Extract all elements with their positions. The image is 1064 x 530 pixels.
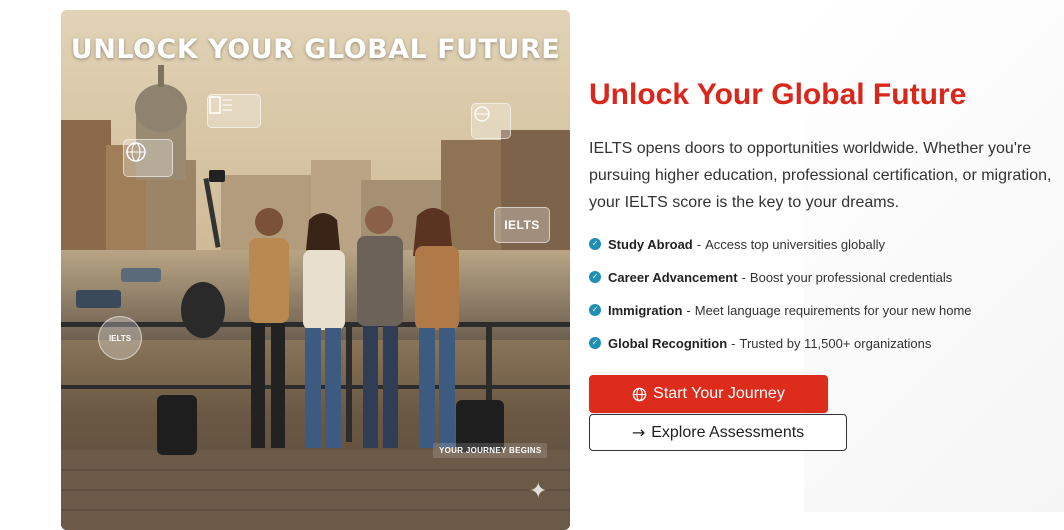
benefit-item-career-advancement: ✓ Career Advancement - Boost your profes…	[589, 269, 972, 285]
intro-line: IELTS opens doors to opportunities world…	[589, 140, 1032, 157]
ielts-stamp-badge: IELTS	[98, 316, 142, 360]
benefit-separator: -	[741, 269, 746, 285]
start-journey-label: Start Your Journey	[653, 385, 785, 402]
page-title: Unlock Your Global Future	[589, 78, 967, 111]
explore-assessments-button[interactable]: → Explore Assessments	[589, 414, 847, 451]
ielts-stamp-label: IELTS	[108, 333, 132, 343]
benefit-separator: -	[696, 236, 702, 252]
sparkle-icon: ✦	[529, 478, 548, 503]
benefit-separator: -	[686, 302, 691, 318]
check-circle-icon: ✓	[589, 271, 601, 283]
hero-photo: UNLOCK YOUR GLOBAL FUTURE IELTS IELTS YO…	[61, 10, 570, 530]
document-icon	[207, 94, 261, 128]
explore-assessments-label: Explore Assessments	[651, 423, 805, 441]
start-journey-button[interactable]: Start Your Journey	[589, 375, 828, 413]
hero-overlay-title: UNLOCK YOUR GLOBAL FUTURE	[70, 34, 561, 65]
benefits-list: ✓ Study Abroad - Access top universities…	[589, 236, 972, 368]
benefit-separator: -	[731, 335, 736, 351]
intro-line: your IELTS score is the key to your drea…	[589, 194, 900, 211]
globe-badge-icon	[123, 139, 173, 177]
intro-paragraph: IELTS opens doors to opportunities world…	[589, 135, 1064, 216]
ielts-badge-label: IELTS	[504, 218, 540, 232]
benefit-title: Study Abroad	[608, 236, 693, 252]
benefit-text: Boost your professional credentials	[749, 269, 953, 285]
check-circle-icon: ✓	[589, 304, 601, 316]
globe-small-icon	[471, 103, 511, 139]
benefit-title: Global Recognition	[608, 335, 728, 351]
check-circle-icon: ✓	[589, 238, 601, 250]
globe-icon	[632, 385, 647, 404]
benefit-text: Meet language requirements for your new …	[694, 302, 972, 318]
benefit-item-global-recognition: ✓ Global Recognition - Trusted by 11,500…	[589, 335, 972, 351]
benefit-title: Immigration	[608, 302, 683, 318]
benefit-item-immigration: ✓ Immigration - Meet language requiremen…	[589, 302, 972, 318]
benefit-title: Career Advancement	[608, 269, 738, 285]
intro-line: pursuing higher education, professional …	[589, 167, 1052, 184]
check-circle-icon: ✓	[589, 337, 601, 349]
journey-caption: YOUR JOURNEY BEGINS	[433, 443, 548, 458]
benefit-text: Access top universities globally	[705, 236, 886, 252]
ielts-badge: IELTS	[494, 207, 550, 243]
benefit-text: Trusted by 11,500+ organizations	[739, 335, 932, 351]
arrow-right-icon: →	[631, 423, 646, 442]
benefit-item-study-abroad: ✓ Study Abroad - Access top universities…	[589, 236, 972, 252]
